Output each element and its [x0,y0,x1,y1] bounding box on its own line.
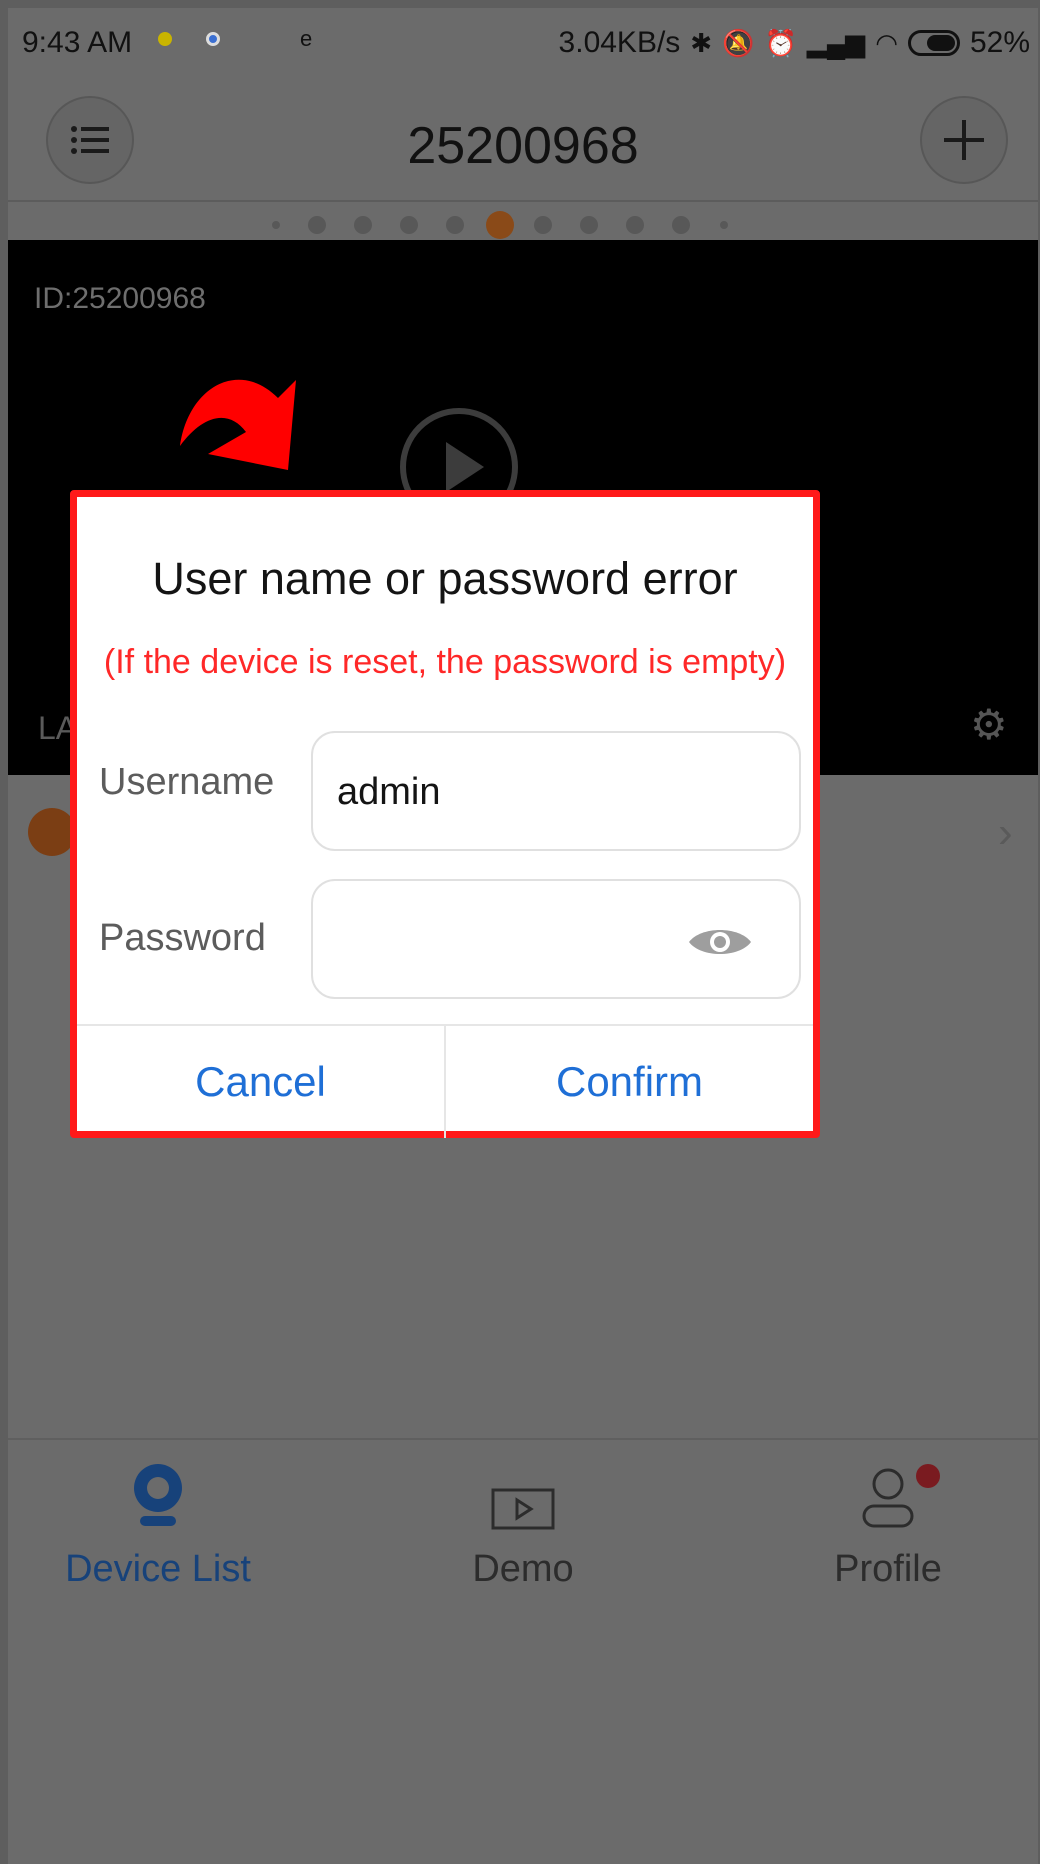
page-dot [400,216,418,234]
status-time: 9:43 AM [22,26,133,59]
camera-icon [134,1464,182,1526]
tab-label: Device List [65,1548,251,1590]
page-dot [626,216,644,234]
network-speed: 3.04KB/s [558,26,681,59]
login-error-dialog: User name or password error (If the devi… [70,490,820,1138]
add-device-button[interactable] [920,96,1008,184]
username-field[interactable]: admin [311,731,801,851]
password-label: Password [99,917,266,959]
mute-icon: 🔕 [722,27,755,58]
alarm-icon: ⏰ [764,27,797,58]
username-label: Username [99,761,275,803]
page-dot [272,221,280,229]
header-divider [8,200,1038,202]
page-dot [720,221,728,229]
page-dot [354,216,372,234]
page-dot [672,216,690,234]
tab-device-list[interactable]: Device List [8,1440,308,1610]
page-dot [308,216,326,234]
page-dot [446,216,464,234]
username-value: admin [337,771,441,813]
confirm-button[interactable]: Confirm [446,1026,813,1138]
plus-icon [944,120,984,160]
page-title: 25200968 [407,117,639,175]
tab-label: Profile [834,1548,942,1590]
app-screen: 9:43 AM e 3.04KB/s ✱ 🔕 ⏰ ▂▄▆ ◠ 52% 25200… [8,8,1038,1864]
notification-icon [206,32,220,46]
bottom-navigation: Device List Demo Profile [8,1438,1038,1864]
tab-demo[interactable]: Demo [373,1440,673,1610]
bluetooth-icon: ✱ [690,27,713,58]
show-password-icon[interactable] [687,923,753,961]
page-indicator [8,204,1038,244]
browser-icon: e [300,26,313,51]
cancel-button[interactable]: Cancel [77,1026,444,1138]
notification-icon [158,32,172,46]
dialog-note: (If the device is reset, the password is… [103,643,787,681]
password-field[interactable] [311,879,801,999]
dialog-title: User name or password error [152,553,738,604]
annotation-arrow-icon [180,379,296,470]
settings-icon[interactable]: ⚙ [970,700,1008,749]
tab-profile[interactable]: Profile [738,1440,1038,1610]
signal-icon: ▂▄▆ [806,27,866,58]
tab-label: Demo [472,1548,574,1590]
battery-percent: 52% [969,26,1030,59]
page-dot [534,216,552,234]
video-play-icon [491,1488,555,1530]
chevron-right-icon[interactable]: › [998,808,1013,858]
battery-icon [907,30,960,56]
device-id-label: ID:25200968 [34,282,206,315]
alarm-badge-icon [28,808,76,856]
status-bar: 9:43 AM e 3.04KB/s ✱ 🔕 ⏰ ▂▄▆ ◠ 52% [8,8,1038,74]
status-right-group: 3.04KB/s ✱ 🔕 ⏰ ▂▄▆ ◠ 52% [559,26,1030,60]
app-header: 25200968 [8,74,1038,200]
user-icon [862,1468,914,1528]
wifi-icon: ◠ [875,27,898,58]
page-dot-active [486,211,514,239]
notification-badge [916,1464,940,1488]
page-dot [580,216,598,234]
